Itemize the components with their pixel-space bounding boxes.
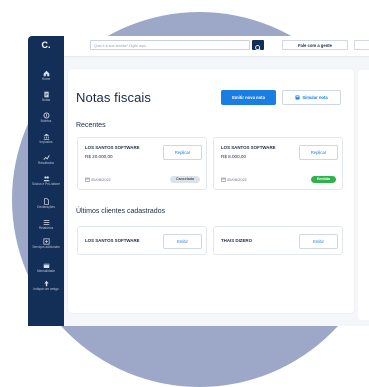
sidebar-item-indique[interactable]: Indique um amigo: [28, 280, 64, 292]
invoice-date: 05/08/2021: [91, 177, 112, 182]
sidebar-item-resultados[interactable]: Resultados: [28, 154, 64, 166]
sidebar-item-relatorios[interactable]: Relatórios: [28, 219, 64, 231]
recent-invoice-card: LOS SANTOS SOFTWARE R$ 20.000,00 Replica…: [77, 137, 207, 190]
search-input[interactable]: Qual é a sua dúvida? Digite aqui: [90, 40, 250, 50]
list-icon: [43, 220, 49, 225]
sidebar-item-notas[interactable]: Notas: [28, 91, 64, 103]
recent-section-title: Recentes: [76, 122, 106, 129]
sidebar-item-mensalidade[interactable]: Mensalidade: [28, 262, 64, 274]
sidebar-item-label: Relatórios: [38, 226, 54, 230]
sidebar-item-boletos[interactable]: Boletos: [28, 112, 64, 124]
simulate-invoice-button[interactable]: Simular nota: [282, 90, 341, 105]
calendar-icon: [221, 178, 226, 183]
recent-invoice-card: LOS SANTOS SOFTWARE R$ 8.000,00 Replicar…: [213, 137, 343, 190]
document-icon: [43, 91, 49, 98]
wallet-icon: [43, 263, 49, 268]
sidebar-item-label: Boletos: [40, 119, 52, 123]
emit-new-invoice-button[interactable]: Emitir nova nota: [221, 90, 276, 105]
client-name: LOS SANTOS SOFTWARE: [85, 238, 140, 243]
emit-button[interactable]: Emitir: [163, 234, 202, 249]
sidebar-item-label: Sócios e Pró-labore: [32, 182, 60, 186]
home-icon: [43, 70, 49, 77]
people-icon: [43, 176, 50, 182]
sidebar-item-label: Mensalidade: [36, 269, 56, 273]
file-icon: [43, 198, 49, 205]
chart-icon: [42, 155, 50, 160]
status-badge: Emitida: [311, 176, 336, 183]
invoice-date: 05/06/2021: [227, 177, 248, 182]
status-badge: Cancelada: [170, 176, 200, 183]
app-window: C. Home Notas Boletos Impostos Resultado…: [28, 36, 369, 326]
bank-icon: [43, 133, 49, 140]
sidebar-item-label: Resultados: [38, 161, 54, 165]
sidebar-item-label: Impostos: [39, 140, 53, 144]
barcode-icon: [43, 112, 49, 119]
sidebar-item-servicos[interactable]: Serviços adicionais: [28, 238, 64, 250]
more-button[interactable]: [354, 40, 369, 50]
client-card: THAIS DIZERO Emitir: [213, 226, 343, 255]
invoice-date-row: 05/08/2021: [85, 177, 112, 183]
brand-logo: C.: [41, 40, 51, 50]
emit-button[interactable]: Emitir: [299, 234, 338, 249]
talk-to-us-button[interactable]: Fale com a gente: [282, 40, 348, 50]
plus-box-icon: [42, 238, 50, 245]
search-button[interactable]: [252, 40, 264, 51]
invoice-company: LOS SANTOS SOFTWARE: [221, 145, 276, 150]
replicate-button[interactable]: Replicar: [163, 145, 202, 160]
replicate-button[interactable]: Replicar: [299, 145, 338, 160]
sidebar-item-label: Home: [41, 77, 51, 81]
sidebar-item-label: Indique um amigo: [33, 287, 59, 291]
search-icon: [255, 45, 261, 51]
gift-icon: [43, 280, 49, 287]
sidebar-item-label: Declarações: [37, 205, 55, 209]
client-name: THAIS DIZERO: [221, 238, 252, 243]
invoice-value: R$ 8.000,00: [221, 154, 247, 159]
top-bar: Qual é a sua dúvida? Digite aqui Fale co…: [64, 36, 369, 57]
client-card: LOS SANTOS SOFTWARE Emitir: [77, 226, 207, 255]
page-title: Notas fiscais: [76, 90, 151, 105]
sidebar: C. Home Notas Boletos Impostos Resultado…: [28, 36, 64, 326]
sidebar-item-home[interactable]: Home: [28, 70, 64, 82]
clients-section-title: Últimos clientes cadastrados: [76, 208, 166, 215]
invoices-card: Notas fiscais Emitir nova nota Simular n…: [68, 69, 354, 313]
invoice-date-row: 05/06/2021: [221, 177, 248, 183]
calendar-icon: [85, 178, 90, 183]
sidebar-item-label: Notas: [41, 98, 51, 102]
calculator-icon: [295, 95, 300, 100]
sidebar-item-declaracoes[interactable]: Declarações: [28, 198, 64, 210]
sidebar-item-impostos[interactable]: Impostos: [28, 133, 64, 145]
invoice-value: R$ 20.000,00: [85, 154, 113, 159]
sidebar-item-label: Serviços adicionais: [32, 245, 60, 249]
side-panel: [358, 70, 369, 320]
simulate-label: Simular nota: [302, 95, 328, 100]
invoice-company: LOS SANTOS SOFTWARE: [85, 145, 140, 150]
sidebar-item-socios[interactable]: Sócios e Pró-labore: [28, 175, 64, 187]
